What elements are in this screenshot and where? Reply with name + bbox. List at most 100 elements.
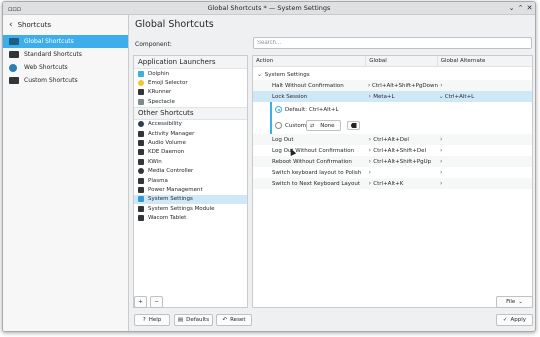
- column-header-global[interactable]: Global: [366, 56, 438, 66]
- table-row-selected[interactable]: Lock Session › Meta+L ⌄ Ctrl+Alt+L: [253, 91, 532, 102]
- module-icon: [138, 205, 144, 212]
- checkmark-icon: ✓: [502, 317, 508, 323]
- component-item-accessibility[interactable]: Accessibility: [134, 120, 247, 129]
- component-label: Audio Volume: [148, 140, 186, 147]
- help-label: Help: [148, 317, 162, 323]
- component-label: Media Controller: [148, 168, 194, 175]
- page-title: Global Shortcuts: [135, 19, 214, 30]
- chevron-right-icon: ›: [440, 147, 443, 154]
- component-item-power-management[interactable]: Power Management: [134, 185, 247, 194]
- component-label: Emoji Selector: [148, 80, 188, 87]
- component-label: Dolphin: [148, 70, 170, 77]
- file-menu-button[interactable]: File ⌄: [496, 296, 533, 308]
- component-item-wacom-tablet[interactable]: Wacom Tablet: [134, 213, 247, 222]
- alt-cell: Ctrl+Alt+L: [444, 93, 475, 100]
- chevron-left-icon: ‹: [9, 20, 13, 30]
- chevron-right-icon: ›: [440, 180, 443, 187]
- backspace-icon: [350, 123, 357, 128]
- component-label: Plasma: [148, 177, 168, 184]
- chevron-down-icon: ⌄: [518, 299, 523, 305]
- sidebar-item-label: Custom Shortcuts: [24, 77, 78, 84]
- plus-icon: +: [138, 299, 143, 305]
- emoji-icon: [138, 80, 144, 87]
- chevron-down-icon: ⌄: [256, 71, 263, 78]
- table-header: Action Global Global Alternate: [253, 56, 532, 67]
- window-title: Global Shortcuts * — System Settings: [207, 4, 331, 12]
- shortcut-editor: Default: Ctrl+Alt+L Custom: ⇄ None: [253, 102, 532, 134]
- component-label: System Settings Module: [148, 205, 215, 212]
- component-label: KDE Daemon: [148, 149, 185, 156]
- default-radio[interactable]: [275, 106, 282, 113]
- reset-button[interactable]: ↶ Reset: [216, 314, 252, 326]
- close-icon[interactable]: ✕: [525, 4, 534, 13]
- title-bar: ▫▫▫ Global Shortcuts * — System Settings…: [3, 2, 535, 15]
- back-button[interactable]: ‹ Shortcuts: [3, 15, 128, 35]
- apply-button[interactable]: ✓ Apply: [496, 314, 533, 326]
- power-icon: [138, 186, 144, 193]
- sidebar-item-standard-shortcuts[interactable]: Standard Shortcuts: [3, 48, 128, 61]
- editor-accent-bar: [270, 102, 272, 134]
- component-label: Accessibility: [148, 121, 182, 128]
- globe-icon: [9, 63, 17, 72]
- add-component-button[interactable]: +: [134, 296, 147, 308]
- component-item-audio-volume[interactable]: Audio Volume: [134, 138, 247, 147]
- component-item-media-controller[interactable]: Media Controller: [134, 167, 247, 176]
- chevron-right-icon: ›: [440, 82, 443, 89]
- search-input[interactable]: [253, 37, 532, 49]
- table-row[interactable]: Log Out › Ctrl+Alt+Del ›: [253, 134, 532, 145]
- sidebar-item-custom-shortcuts[interactable]: Custom Shortcuts: [3, 74, 128, 87]
- global-cell: Ctrl+Alt+Shift+PgUp: [373, 158, 432, 165]
- component-label: Spectacle: [148, 98, 175, 105]
- defaults-button[interactable]: ▤ Defaults: [174, 314, 213, 326]
- minimize-icon[interactable]: ⌄: [507, 4, 516, 13]
- help-button[interactable]: ? Help: [134, 314, 170, 326]
- action-cell: Halt Without Confirmation: [272, 82, 344, 89]
- group-row[interactable]: ⌄ System Settings: [253, 69, 532, 80]
- component-label: System Settings: [148, 196, 193, 203]
- table-row[interactable]: Reboot Without Confirmation › Ctrl+Alt+Sh…: [253, 156, 532, 167]
- global-cell: Ctrl+Alt+Del: [373, 136, 409, 143]
- component-item-system-settings-module[interactable]: System Settings Module: [134, 204, 247, 213]
- component-label: Activity Manager: [148, 130, 195, 137]
- component-item-activity-manager[interactable]: Activity Manager: [134, 129, 247, 138]
- component-item-spectacle[interactable]: Spectacle: [134, 97, 247, 106]
- chevron-right-icon: ›: [440, 136, 443, 143]
- help-icon: ?: [142, 317, 146, 323]
- undo-icon: ↶: [222, 317, 228, 323]
- action-cell: Log Out: [272, 136, 294, 143]
- component-item-kwin[interactable]: KWin: [134, 157, 247, 166]
- custom-shortcut-button[interactable]: ⇄ None: [306, 120, 341, 131]
- table-row[interactable]: Switch keyboard layout to Polish › ›: [253, 167, 532, 178]
- component-item-dolphin[interactable]: Dolphin: [134, 69, 247, 78]
- component-item-krunner[interactable]: KRunner: [134, 88, 247, 97]
- column-header-action[interactable]: Action: [253, 56, 367, 66]
- kwin-icon: [138, 158, 144, 165]
- apply-label: Apply: [510, 317, 527, 323]
- component-item-emoji-selector[interactable]: Emoji Selector: [134, 78, 247, 87]
- accessibility-icon: [138, 121, 144, 128]
- component-item-kde-daemon[interactable]: KDE Daemon: [134, 148, 247, 157]
- remove-component-button[interactable]: −: [150, 296, 163, 308]
- clear-shortcut-button[interactable]: [347, 121, 360, 130]
- column-header-global-alternate[interactable]: Global Alternate: [438, 56, 532, 66]
- document-icon: ▤: [177, 317, 184, 323]
- chevron-right-icon: ›: [440, 158, 443, 165]
- table-row[interactable]: Halt Without Confirmation › Ctrl+Alt+Shif…: [253, 80, 532, 91]
- shortcuts-table: Action Global Global Alternate ⌄ System …: [252, 55, 533, 308]
- action-cell: Switch to Next Keyboard Layout: [272, 180, 361, 187]
- component-label: Power Management: [148, 186, 203, 193]
- table-row[interactable]: Switch to Next Keyboard Layout › Ctrl+Alt…: [253, 178, 532, 189]
- custom-value: None: [320, 122, 335, 129]
- main-content: Global Shortcuts Component: Application …: [130, 15, 535, 331]
- chevron-right-icon: ›: [368, 147, 371, 154]
- global-cell: Meta+L: [373, 93, 395, 100]
- sidebar-item-global-shortcuts[interactable]: Global Shortcuts: [3, 35, 128, 48]
- sidebar-item-web-shortcuts[interactable]: Web Shortcuts: [3, 61, 128, 74]
- custom-radio[interactable]: [275, 122, 282, 129]
- global-cell: Ctrl+Alt+Shift+Del: [373, 147, 426, 154]
- maximize-icon[interactable]: ⌃: [516, 4, 525, 13]
- component-item-plasma[interactable]: Plasma: [134, 176, 247, 185]
- sidebar-item-label: Global Shortcuts: [24, 38, 74, 45]
- component-item-system-settings[interactable]: System Settings: [134, 194, 247, 205]
- chevron-right-icon: ›: [368, 169, 371, 176]
